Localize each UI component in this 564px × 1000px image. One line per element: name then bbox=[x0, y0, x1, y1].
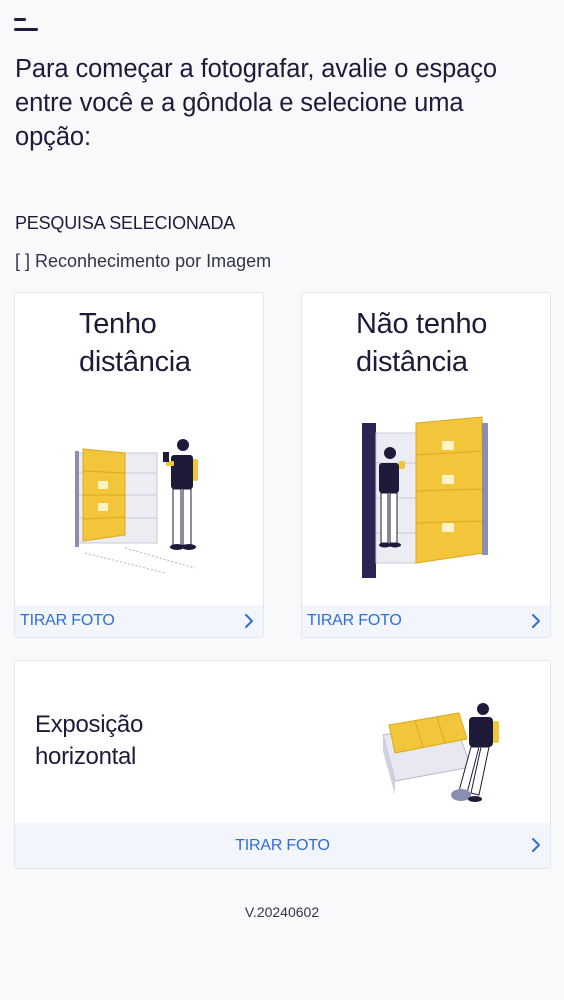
option-title-line2: horizontal bbox=[35, 743, 137, 770]
shelf-with-distance-illustration bbox=[75, 439, 198, 574]
option-title-line2: distância bbox=[356, 346, 468, 378]
take-photo-button[interactable]: TIRAR FOTO bbox=[235, 837, 330, 855]
shelf-without-distance-illustration bbox=[362, 416, 488, 578]
option-card-with-distance[interactable]: Tenho distância TIRAR FOTO bbox=[14, 292, 264, 638]
option-card-horizontal-display[interactable]: Exposição horizontal TIRAR FOTO bbox=[14, 660, 551, 869]
option-action-bar[interactable]: TIRAR FOTO bbox=[15, 605, 263, 637]
menu-icon[interactable] bbox=[14, 16, 40, 34]
option-title: Tenho distância bbox=[79, 305, 259, 381]
option-title: Não tenho distância bbox=[356, 305, 546, 381]
option-action-bar[interactable]: TIRAR FOTO bbox=[15, 823, 550, 868]
chevron-right-icon bbox=[245, 614, 253, 628]
app-version: V.20240602 bbox=[244, 904, 320, 920]
option-title-line2: distância bbox=[79, 346, 191, 378]
option-title-line1: Tenho bbox=[79, 308, 157, 340]
option-action-bar[interactable]: TIRAR FOTO bbox=[302, 605, 550, 637]
page-heading: Para começar a fotografar, avalie o espa… bbox=[15, 55, 497, 151]
horizontal-display-illustration bbox=[382, 703, 499, 802]
option-title-line1: Exposição bbox=[35, 711, 144, 738]
option-card-without-distance[interactable]: Não tenho distância TIRAR FOTO bbox=[301, 292, 551, 638]
menu-icon-bar-top bbox=[14, 18, 26, 21]
take-photo-button[interactable]: TIRAR FOTO bbox=[20, 612, 115, 630]
selected-survey-name: [ ] Reconhecimento por Imagem bbox=[15, 251, 272, 271]
chevron-right-icon bbox=[532, 614, 540, 628]
menu-icon-bar-bottom bbox=[14, 28, 38, 31]
chevron-right-icon bbox=[532, 838, 540, 852]
option-title: Exposição horizontal bbox=[35, 709, 235, 773]
option-title-line1: Não tenho bbox=[356, 308, 488, 340]
take-photo-button[interactable]: TIRAR FOTO bbox=[307, 612, 402, 630]
selected-survey-label: PESQUISA SELECIONADA bbox=[15, 213, 236, 233]
